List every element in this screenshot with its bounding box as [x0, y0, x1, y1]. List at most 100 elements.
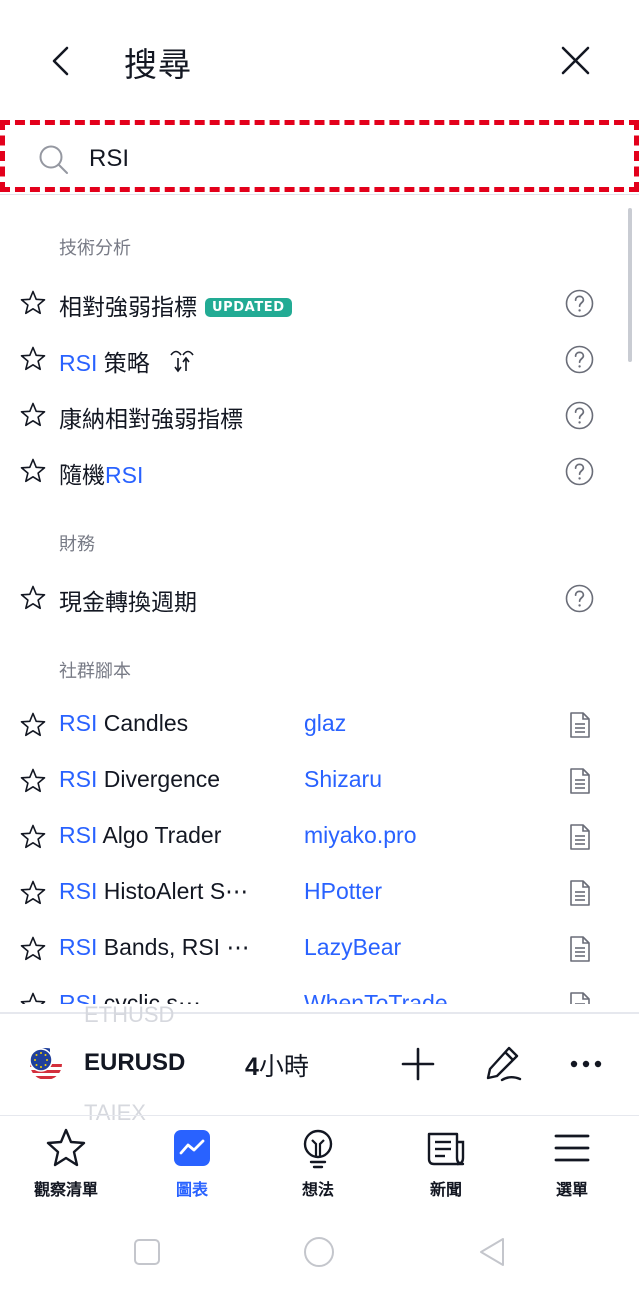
star-icon[interactable] — [19, 457, 47, 485]
star-icon[interactable] — [19, 345, 47, 373]
section-title-financial: 財務 — [59, 534, 95, 555]
star-icon[interactable] — [19, 879, 47, 907]
home-icon[interactable] — [299, 1232, 339, 1272]
chart-icon — [174, 1130, 210, 1166]
author-link[interactable]: miyako.pro — [304, 822, 416, 849]
chevron-left-icon — [52, 46, 69, 76]
item-text: Divergence — [97, 766, 221, 792]
list-item[interactable]: RSI HistoAlert S⋯ HPotter — [0, 866, 639, 922]
document-icon[interactable] — [568, 823, 592, 851]
list-item[interactable]: 相對強弱指標 UPDATED — [0, 276, 639, 332]
menu-icon — [554, 1134, 590, 1162]
list-item[interactable]: RSI 策略 — [0, 332, 639, 388]
star-icon[interactable] — [19, 935, 47, 963]
star-icon[interactable] — [19, 401, 47, 429]
list-item[interactable]: RSI cyclic s⋯ WhenToTrade — [0, 978, 639, 1004]
nav-item-news[interactable]: 新聞 — [396, 1126, 496, 1210]
document-icon[interactable] — [568, 879, 592, 907]
back-button[interactable] — [40, 40, 84, 84]
help-icon[interactable] — [565, 584, 594, 613]
item-text: 策略 — [97, 350, 150, 376]
list-item[interactable]: RSI Candles glaz — [0, 698, 639, 754]
search-input[interactable] — [89, 139, 569, 179]
item-name: 康納相對強弱指標 — [59, 400, 243, 434]
author-link[interactable]: glaz — [304, 710, 346, 737]
more-button[interactable] — [565, 1042, 609, 1086]
back-triangle-icon[interactable] — [472, 1232, 512, 1272]
match-highlight: RSI — [59, 350, 98, 376]
drawing-button[interactable] — [482, 1042, 526, 1086]
star-icon[interactable] — [19, 584, 47, 612]
document-icon[interactable] — [568, 935, 592, 963]
search-bar[interactable] — [0, 120, 639, 192]
author-link[interactable]: Shizaru — [304, 766, 382, 793]
match-highlight: RSI — [59, 822, 98, 848]
search-results[interactable]: 技術分析 相對強弱指標 UPDATED RSI 策略 康納相對強弱指標 隨機RSI… — [0, 196, 639, 1004]
item-text: 康納相對強弱指標 — [59, 406, 243, 432]
list-item[interactable]: 隨機RSI — [0, 444, 639, 500]
pen-icon — [486, 1046, 522, 1082]
more-dots-icon — [570, 1060, 602, 1068]
list-item[interactable]: RSI Algo Trader miyako.pro — [0, 810, 639, 866]
page-title: 搜尋 — [124, 45, 192, 84]
match-highlight: RSI — [59, 934, 98, 960]
item-text: 相對強弱指標 — [59, 294, 197, 320]
help-icon[interactable] — [565, 345, 594, 374]
item-name: RSI Bands, RSI ⋯ — [59, 934, 249, 961]
nav-label: 新聞 — [429, 1180, 462, 1199]
nav-item-ideas[interactable]: 想法 — [268, 1126, 368, 1210]
star-icon[interactable] — [19, 711, 47, 739]
close-icon — [561, 46, 590, 75]
help-icon[interactable] — [565, 457, 594, 486]
lightbulb-icon — [303, 1129, 333, 1169]
interval-number: 4 — [245, 1053, 259, 1081]
nav-item-chart[interactable]: 圖表 — [142, 1126, 242, 1210]
nav-item-menu[interactable]: 選單 — [522, 1126, 622, 1210]
scrollbar[interactable] — [628, 208, 632, 362]
item-text: Bands, RSI ⋯ — [97, 934, 250, 960]
item-name: RSI HistoAlert S⋯ — [59, 878, 248, 905]
item-name: RSI Algo Trader — [59, 822, 221, 849]
help-icon[interactable] — [565, 401, 594, 430]
nav-item-watchlist[interactable]: 觀察清單 — [16, 1126, 116, 1210]
add-button[interactable] — [396, 1042, 440, 1086]
currency-flag-icon[interactable] — [28, 1046, 64, 1082]
list-item[interactable]: RSI Bands, RSI ⋯ LazyBear — [0, 922, 639, 978]
nav-label: 圖表 — [175, 1180, 208, 1199]
star-icon[interactable] — [19, 767, 47, 795]
item-name: RSI 策略 — [59, 344, 150, 378]
match-highlight: RSI — [59, 766, 98, 792]
recent-apps-icon[interactable] — [127, 1232, 167, 1272]
document-icon[interactable] — [568, 991, 592, 1004]
star-icon[interactable] — [19, 991, 47, 1004]
bottom-nav: 觀察清單 圖表 想法 新聞 選單 — [0, 1116, 639, 1212]
ghost-symbol: ETHUSD — [84, 1002, 175, 1027]
item-text: HistoAlert S⋯ — [97, 878, 249, 904]
header: 搜尋 — [0, 0, 639, 118]
interval-selector[interactable]: 4小時 — [245, 1047, 309, 1083]
search-icon — [39, 145, 68, 174]
item-name: 現金轉換週期 — [59, 583, 197, 617]
close-button[interactable] — [554, 38, 598, 82]
author-link[interactable]: HPotter — [304, 878, 382, 905]
star-icon[interactable] — [19, 289, 47, 317]
document-icon[interactable] — [568, 711, 592, 739]
plus-icon — [401, 1047, 435, 1081]
list-item[interactable]: 現金轉換週期 — [0, 571, 639, 627]
author-link[interactable]: WhenToTrade — [304, 990, 448, 1004]
list-item[interactable]: RSI Divergence Shizaru — [0, 754, 639, 810]
section-title-community: 社群腳本 — [59, 661, 131, 682]
section-title-technical: 技術分析 — [59, 238, 131, 259]
news-icon — [427, 1132, 465, 1166]
interval-unit: 小時 — [258, 1052, 309, 1081]
help-icon[interactable] — [565, 289, 594, 318]
star-icon[interactable] — [19, 823, 47, 851]
document-icon[interactable] — [568, 767, 592, 795]
author-link[interactable]: LazyBear — [304, 934, 401, 961]
updated-badge: UPDATED — [205, 298, 292, 317]
match-highlight: RSI — [105, 462, 144, 488]
list-item[interactable]: 康納相對強弱指標 — [0, 388, 639, 444]
symbol-name[interactable]: EURUSD — [84, 1049, 185, 1077]
star-icon — [46, 1128, 86, 1167]
divider — [0, 194, 639, 195]
